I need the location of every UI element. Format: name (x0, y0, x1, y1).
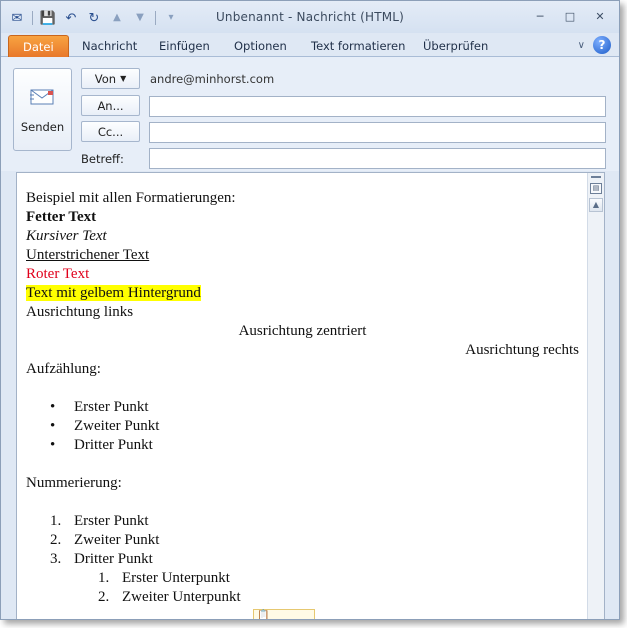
tab-file[interactable]: Datei (8, 35, 69, 57)
empty-line (26, 493, 579, 512)
body-highlight-text: Text mit gelbem Hintergrund (26, 285, 201, 301)
list-number: 1. (98, 570, 110, 586)
list-number: 1. (50, 513, 62, 529)
to-field[interactable] (149, 96, 606, 117)
from-button[interactable]: Von ▼ (81, 68, 140, 89)
send-button[interactable]: Senden (13, 68, 72, 151)
list-number: 3. (50, 551, 62, 567)
ribbon-minimize-icon[interactable]: ∨ (578, 40, 585, 51)
message-header: Senden Von ▼ andre@minhorst.com An... Cc… (1, 57, 619, 171)
tab-options[interactable]: Optionen (230, 35, 291, 57)
scroll-up-icon[interactable]: ▲ (589, 198, 603, 212)
list-text: Erster Unterpunkt (122, 570, 230, 586)
paste-options-icon[interactable]: 📋 (253, 609, 315, 619)
tab-message[interactable]: Nachricht (78, 35, 141, 57)
list-text: Dritter Punkt (74, 551, 153, 567)
list-number: 2. (50, 532, 62, 548)
body-align-right: Ausrichtung rechts (465, 342, 579, 358)
numbering-heading: Nummerierung: (26, 475, 122, 491)
window-controls: ─ □ ✕ (527, 7, 613, 25)
split-handle-icon[interactable] (591, 176, 601, 180)
message-body-editor[interactable]: Beispiel mit allen Formatierungen: Fette… (16, 172, 605, 619)
to-button[interactable]: An... (81, 95, 140, 116)
cc-button[interactable]: Cc... (81, 121, 140, 142)
list-item: 1. Erster Punkt (26, 512, 579, 531)
ribbon-tabs: Datei Nachricht Einfügen Optionen Text f… (1, 33, 619, 57)
body-align-left: Ausrichtung links (26, 304, 134, 320)
send-label: Senden (20, 120, 65, 134)
tab-review[interactable]: Überprüfen (419, 35, 492, 57)
send-envelope-icon (30, 89, 54, 105)
subject-label: Betreff: (81, 152, 124, 166)
list-text: Erster Punkt (74, 513, 149, 529)
chevron-down-icon: ▼ (120, 74, 127, 83)
vertical-scrollbar[interactable]: ▤ ▲ (587, 173, 604, 619)
list-text: Zweiter Unterpunkt (122, 589, 241, 605)
list-item: Zweiter Punkt (26, 417, 579, 436)
bullet-list: Erster Punkt Zweiter Punkt Dritter Punkt (26, 398, 579, 455)
body-bold-text: Fetter Text (26, 209, 97, 225)
minimize-icon[interactable]: ─ (527, 7, 553, 25)
tab-insert[interactable]: Einfügen (155, 35, 214, 57)
ribbon-right-controls: ∨ ? (578, 36, 611, 54)
help-icon[interactable]: ? (593, 36, 611, 54)
outlook-message-window: ✉ 💾 ↶ ↻ ▲ ▼ ▾ Unbenannt - Nachricht (HTM… (0, 0, 620, 620)
list-item: 2. Zweiter Punkt (26, 531, 579, 550)
bullets-heading: Aufzählung: (26, 361, 101, 377)
empty-line (26, 379, 579, 398)
list-item: 1. Erster Unterpunkt (26, 569, 579, 588)
body-intro: Beispiel mit allen Formatierungen: (26, 190, 236, 206)
close-icon[interactable]: ✕ (587, 7, 613, 25)
subject-field[interactable] (149, 148, 606, 169)
list-item: 3. Dritter Punkt (26, 550, 579, 569)
body-italic-text: Kursiver Text (26, 228, 107, 244)
message-body: Beispiel mit allen Formatierungen: Fette… (26, 189, 579, 607)
sub-numbered-list: 1. Erster Unterpunkt 2. Zweiter Unterpunkt (26, 569, 579, 607)
body-underline-text: Unterstrichener Text (26, 247, 150, 263)
numbered-list: 1. Erster Punkt 2. Zweiter Punkt 3. Dritter… (26, 512, 579, 569)
list-number: 2. (98, 589, 110, 605)
list-text: Zweiter Punkt (74, 532, 160, 548)
tab-format-text[interactable]: Text formatieren (307, 35, 409, 57)
empty-line (26, 455, 579, 474)
list-item: Erster Punkt (26, 398, 579, 417)
body-red-text: Roter Text (26, 266, 90, 282)
cc-field[interactable] (149, 122, 606, 143)
list-item: Dritter Punkt (26, 436, 579, 455)
ruler-toggle-icon[interactable]: ▤ (590, 183, 602, 194)
body-align-center: Ausrichtung zentriert (238, 323, 367, 339)
from-button-label: Von (94, 71, 117, 86)
from-address: andre@minhorst.com (150, 72, 275, 86)
maximize-icon[interactable]: □ (557, 7, 583, 25)
list-item: 2. Zweiter Unterpunkt (26, 588, 579, 607)
title-bar: ✉ 💾 ↶ ↻ ▲ ▼ ▾ Unbenannt - Nachricht (HTM… (1, 1, 619, 33)
